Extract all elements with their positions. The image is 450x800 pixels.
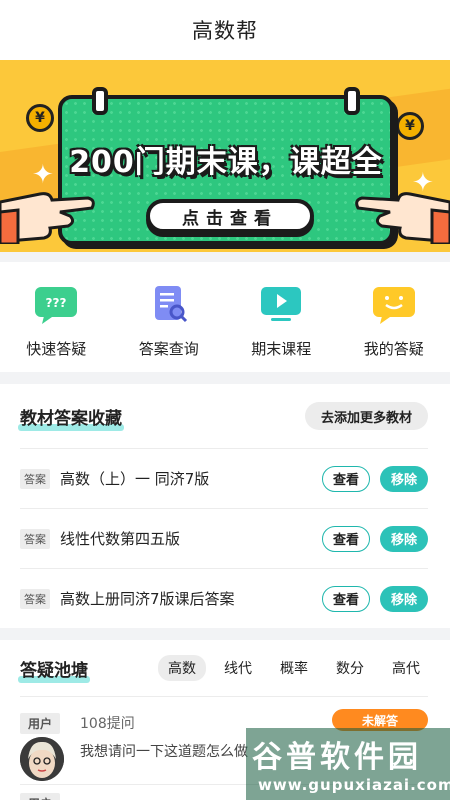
section-title: 教材答案收藏 (18, 404, 124, 431)
app-screen: 高数帮 ¥ ¥ ¥ ¥ ✦ ✦ 200门期末课，课超全 点击查看 ??? (0, 0, 450, 800)
video-play-icon (256, 284, 306, 324)
quick-action-my-qa[interactable]: 我的答疑 (344, 284, 444, 359)
quick-action-label: 快速答疑 (26, 340, 87, 358)
quick-action-fast-qa[interactable]: ??? 快速答疑 (6, 284, 106, 359)
pointing-hand-left-icon (0, 192, 95, 244)
textbook-row[interactable]: 答案 高数（上）一 同济7版 查看 移除 (20, 448, 428, 508)
tab-gailv[interactable]: 概率 (270, 655, 318, 681)
smile-bubble-icon (369, 284, 419, 324)
watermark-url: www.gupuxiazai.com (258, 776, 450, 794)
section-title: 答疑池塘 (18, 656, 90, 683)
watermark-title: 谷普软件园 (252, 740, 422, 775)
tab-xiandai[interactable]: 线代 (214, 655, 262, 681)
answer-tag: 答案 (20, 588, 50, 609)
user-tag: 用户 (20, 793, 61, 800)
tab-shufen[interactable]: 数分 (326, 655, 374, 681)
promo-board: 200门期末课，课超全 点击查看 (58, 87, 394, 245)
coin-icon: ¥ (396, 112, 424, 140)
view-button[interactable]: 查看 (322, 525, 370, 552)
question-count: 108提问 (80, 716, 135, 732)
promo-banner[interactable]: ¥ ¥ ¥ ¥ ✦ ✦ 200门期末课，课超全 点击查看 (0, 60, 450, 252)
quick-action-label: 我的答疑 (363, 340, 424, 358)
quick-action-answer-search[interactable]: 答案查询 (119, 284, 219, 359)
quick-action-final-course[interactable]: 期末课程 (231, 284, 331, 359)
user-tag: 用户 (20, 713, 61, 734)
section-title-text: 答疑池塘 (20, 660, 88, 681)
question-text: 我想请问一下这道题怎么做 (80, 744, 248, 760)
avatar[interactable] (20, 737, 64, 781)
board-hook (344, 87, 360, 115)
banner-headline: 200门期末课，课超全 (69, 145, 383, 180)
qa-section-header: 答疑池塘 高数 线代 概率 数分 高代 (0, 640, 450, 696)
answer-tag: 答案 (20, 528, 50, 549)
section-title-text: 教材答案收藏 (20, 408, 122, 429)
quick-action-label: 期末课程 (251, 340, 312, 358)
add-textbook-button[interactable]: 去添加更多教材 (304, 402, 428, 430)
textbook-row[interactable]: 答案 高数上册同济7版课后答案 查看 移除 (20, 568, 428, 628)
answer-tag: 答案 (20, 468, 50, 489)
board-hook (92, 87, 108, 115)
quick-action-label: 答案查询 (138, 340, 199, 358)
document-search-icon (144, 284, 194, 324)
textbook-name: 高数（上）一 同济7版 (60, 470, 210, 488)
question-bubble-icon: ??? (31, 284, 81, 324)
textbook-name: 高数上册同济7版课后答案 (60, 590, 235, 608)
tab-gaoshu[interactable]: 高数 (158, 655, 206, 681)
banner-view-button[interactable]: 点击查看 (146, 199, 314, 233)
tab-gaodai[interactable]: 高代 (382, 655, 430, 681)
pointing-hand-right-icon (355, 192, 450, 244)
page-title: 高数帮 (192, 19, 258, 43)
textbook-section-header: 教材答案收藏 去添加更多教材 (0, 384, 450, 448)
title-bar: 高数帮 (0, 0, 450, 60)
subject-tabs: 高数 线代 概率 数分 高代 (150, 655, 430, 681)
textbook-section: 教材答案收藏 去添加更多教材 答案 高数（上）一 同济7版 查看 移除 答案 线… (0, 384, 450, 628)
svg-text:???: ??? (46, 296, 67, 310)
textbook-row[interactable]: 答案 线性代数第四五版 查看 移除 (20, 508, 428, 568)
remove-button[interactable]: 移除 (380, 525, 428, 552)
view-button[interactable]: 查看 (322, 585, 370, 612)
quick-actions: ??? 快速答疑 答案查询 期末课程 我的答疑 (0, 262, 450, 372)
remove-button[interactable]: 移除 (380, 465, 428, 492)
view-button[interactable]: 查看 (322, 465, 370, 492)
coin-icon: ¥ (26, 104, 54, 132)
remove-button[interactable]: 移除 (380, 585, 428, 612)
textbook-name: 线性代数第四五版 (60, 530, 181, 548)
site-watermark: 谷普软件园 www.gupuxiazai.com (246, 728, 450, 800)
